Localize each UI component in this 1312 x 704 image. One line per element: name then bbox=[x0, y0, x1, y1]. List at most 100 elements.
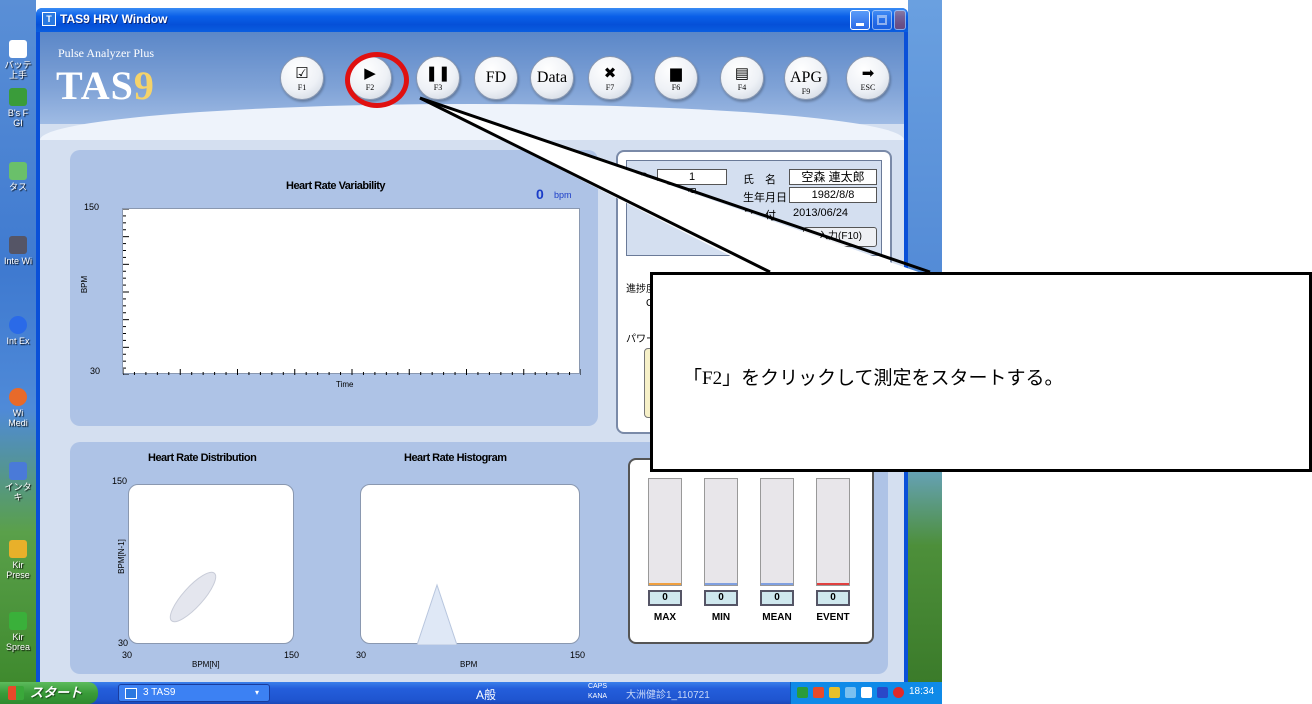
distribution-title: Heart Rate Distribution bbox=[148, 452, 257, 464]
toolbar-button-data[interactable]: Data bbox=[530, 56, 574, 100]
toolbar-button-monitor[interactable]: ▆ F6 bbox=[654, 56, 698, 100]
stat-value-min: 0 bbox=[704, 590, 738, 606]
toolbar-label-fd: FD bbox=[485, 69, 507, 86]
minimize-icon bbox=[856, 23, 864, 26]
tools-icon: ✖ bbox=[603, 66, 617, 82]
stat-value-max: 0 bbox=[648, 590, 682, 606]
ie-icon bbox=[9, 316, 27, 334]
stat-bar-max bbox=[648, 478, 682, 586]
taskbar-item-2[interactable]: 大洲健診1_110721 bbox=[626, 686, 710, 701]
tray-icon[interactable] bbox=[845, 687, 856, 698]
taskbar-item-tas9[interactable]: 3 TAS9 ▾ bbox=[118, 684, 270, 702]
toolbar-button-apg[interactable]: APG F9 bbox=[784, 56, 828, 100]
desktop-icon-label: インタ キ bbox=[4, 482, 32, 502]
exit-arrow-icon: ➡ bbox=[861, 66, 875, 82]
desktop-icon-label: タス bbox=[8, 182, 27, 192]
tas9-icon bbox=[125, 688, 137, 699]
monitor-icon: ▆ bbox=[670, 66, 682, 82]
dist-y-top: 150 bbox=[112, 476, 128, 486]
toolbar-button-fd[interactable]: FD bbox=[474, 56, 518, 100]
desktop-icon-label: Int Ex bbox=[6, 336, 30, 346]
highlight-circle bbox=[345, 52, 409, 108]
toolbar-key-label: F4 bbox=[737, 83, 747, 92]
window-title: TAS9 HRV Window bbox=[60, 12, 168, 26]
distribution-plot bbox=[128, 484, 294, 644]
hist-x-right: 150 bbox=[570, 650, 586, 660]
close-icon bbox=[895, 14, 907, 26]
brand-subtitle: Pulse Analyzer Plus bbox=[58, 46, 154, 60]
toolbar-key-label: F7 bbox=[605, 83, 615, 92]
date-label: 日 付 bbox=[743, 210, 776, 222]
screen: バッテ上手 B's F GI タス Inte Wi Int Ex Wi Medi… bbox=[0, 0, 1312, 704]
tray-icon[interactable] bbox=[829, 687, 840, 698]
shortcut-icon bbox=[9, 236, 27, 254]
hist-x-left: 30 bbox=[356, 650, 367, 660]
dist-x-right: 150 bbox=[284, 650, 300, 660]
toolbar-button-pause[interactable]: ❚❚ F3 bbox=[416, 56, 460, 100]
hrv-y-top: 150 bbox=[84, 202, 100, 212]
stat-bar-min bbox=[704, 478, 738, 586]
hrv-ticks bbox=[123, 209, 581, 375]
toolbar-button-checklist[interactable]: ☑ F1 bbox=[280, 56, 324, 100]
stat-bar-level bbox=[761, 583, 793, 585]
ime-indicator[interactable]: A般 bbox=[476, 686, 496, 703]
toolbar-button-tools[interactable]: ✖ F7 bbox=[588, 56, 632, 100]
tray-icon[interactable] bbox=[861, 687, 872, 698]
desktop-icon-1[interactable]: バッテ上手 bbox=[2, 40, 34, 80]
desktop-icon-9[interactable]: Kir Sprea bbox=[2, 612, 34, 652]
callout-text: 「F2」をクリックして測定をスタートする。 bbox=[683, 368, 1064, 389]
stat-label-min: MIN bbox=[711, 612, 731, 623]
tray-icon[interactable] bbox=[813, 687, 824, 698]
shortcut-icon bbox=[9, 88, 27, 106]
desktop-icon-8[interactable]: Kir Prese bbox=[2, 540, 34, 580]
name-field[interactable]: 空森 連太郎 bbox=[789, 169, 877, 185]
toolbar-button-esc[interactable]: ➡ ESC bbox=[846, 56, 890, 100]
desktop-icon-label: Kir Prese bbox=[6, 560, 30, 580]
header: Pulse Analyzer Plus TAS9 bbox=[40, 32, 904, 140]
minimize-button[interactable] bbox=[850, 10, 870, 30]
taskbar: スタート 3 TAS9 ▾ A般 CAPS KANA 大洲健診1_110721 … bbox=[0, 682, 942, 704]
histogram-triangle bbox=[416, 583, 458, 645]
toolbar-label-apg: APG bbox=[789, 69, 822, 86]
shortcut-icon bbox=[9, 462, 27, 480]
dist-y-bottom: 30 bbox=[118, 638, 129, 648]
id-field[interactable]: 1 bbox=[657, 169, 727, 185]
histogram-plot bbox=[360, 484, 580, 645]
shortcut-icon bbox=[9, 612, 27, 630]
dist-x-left: 30 bbox=[122, 650, 133, 660]
tray-icon[interactable] bbox=[877, 687, 888, 698]
dist-y-label: BPM[N-1] bbox=[116, 539, 126, 574]
maximize-button[interactable] bbox=[872, 10, 892, 30]
desktop-icon-4[interactable]: Inte Wi bbox=[2, 236, 34, 266]
desktop-icon-label: Wi Medi bbox=[8, 408, 28, 428]
desktop-icon-7[interactable]: インタ キ bbox=[2, 462, 34, 502]
taskbar-item-label: 3 TAS9 bbox=[143, 687, 176, 698]
desktop-icon-6[interactable]: Wi Medi bbox=[2, 388, 34, 428]
tray-icon[interactable] bbox=[797, 687, 808, 698]
date-value: 2013/06/24 bbox=[793, 207, 849, 219]
birth-field[interactable]: 1982/8/8 bbox=[789, 187, 877, 203]
title-bar[interactable]: T TAS9 HRV Window bbox=[36, 8, 908, 32]
gender-field[interactable]: 男 bbox=[657, 187, 727, 203]
histogram-title: Heart Rate Histogram bbox=[404, 452, 507, 464]
start-button[interactable]: スタート bbox=[0, 682, 98, 704]
desktop-icon-3[interactable]: タス bbox=[2, 162, 34, 192]
stat-bar-event bbox=[816, 478, 850, 586]
system-tray: 18:34 bbox=[790, 682, 942, 704]
name-label: 氏 名 bbox=[743, 174, 776, 186]
birth-label: 生年月日 bbox=[743, 192, 787, 204]
desktop-icon-5[interactable]: Int Ex bbox=[2, 316, 34, 346]
shortcut-icon bbox=[9, 540, 27, 558]
input-f10-button[interactable]: 入力(F10) bbox=[803, 227, 877, 247]
callout-box: 「F2」をクリックして測定をスタートする。 bbox=[650, 272, 1312, 472]
stat-value-mean: 0 bbox=[760, 590, 794, 606]
desktop-icon-label: Inte Wi bbox=[3, 256, 32, 266]
windows-logo-icon bbox=[8, 686, 24, 700]
desktop-icon-2[interactable]: B's F GI bbox=[2, 88, 34, 128]
stat-bar-mean bbox=[760, 478, 794, 586]
close-button[interactable] bbox=[894, 10, 906, 30]
toolbar-button-print[interactable]: ▤ F4 bbox=[720, 56, 764, 100]
tray-icon[interactable] bbox=[893, 687, 904, 698]
hrv-title: Heart Rate Variability bbox=[286, 180, 386, 192]
toolbar-key-label: F6 bbox=[671, 83, 681, 92]
